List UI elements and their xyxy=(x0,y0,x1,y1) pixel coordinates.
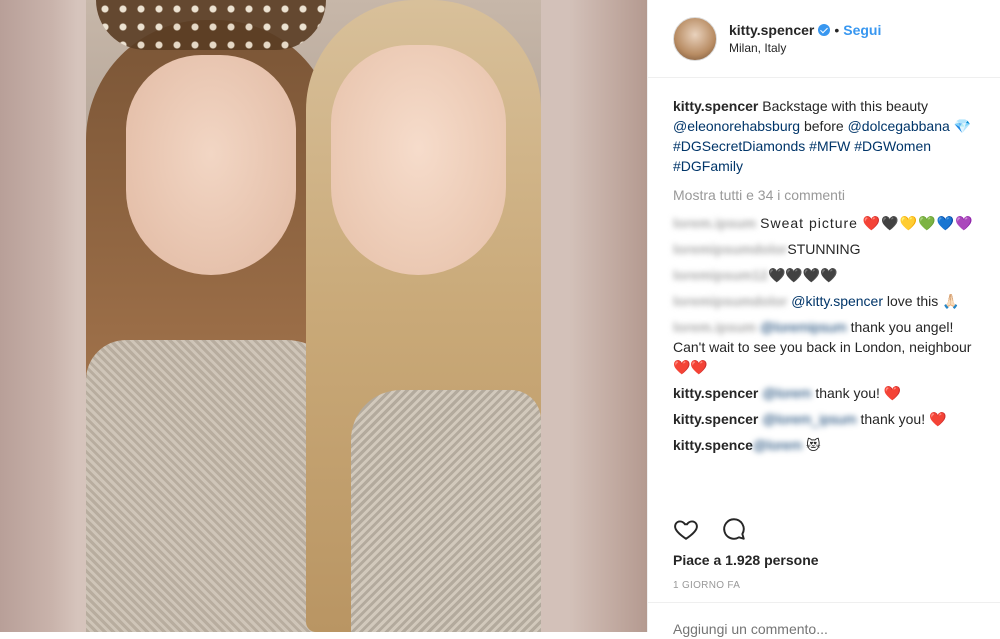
header-text: kitty.spencer • Segui Milan, Italy xyxy=(729,22,881,55)
comment-text: love this xyxy=(886,293,939,309)
caption-text-2: before xyxy=(803,118,844,134)
comment-text: STUNNING xyxy=(787,241,861,257)
comment-item: loremipsum12🖤🖤🖤🖤 xyxy=(673,265,978,285)
verified-badge-icon xyxy=(818,24,831,36)
header-dot: • xyxy=(834,22,840,38)
comment-item: kitty.spence@lorem 😻 xyxy=(673,435,978,455)
comment-username[interactable]: lorem.ipsum xyxy=(673,319,756,335)
caption: kitty.spencer Backstage with this beauty… xyxy=(673,96,978,176)
comment-mention[interactable]: @lorem xyxy=(762,385,811,401)
comment-username[interactable]: kitty.spence xyxy=(673,437,753,453)
comment-username[interactable]: loremipsumdolor xyxy=(673,293,787,309)
photo-crown xyxy=(96,0,326,50)
caption-emoji: 💎 xyxy=(953,118,972,134)
comment-username[interactable]: kitty.spencer xyxy=(673,411,758,427)
header-username[interactable]: kitty.spencer xyxy=(729,22,814,38)
comment-text: Sweat picture ❤️🖤💛💚💙💜 xyxy=(760,215,974,231)
comment-icon[interactable] xyxy=(721,516,747,542)
comment-item: lorem.ipsum @loremipsum thank you angel!… xyxy=(673,317,978,377)
post-timestamp[interactable]: 1 GIORNO FA xyxy=(673,580,740,591)
caption-hashtag-1[interactable]: #DGSecretDiamonds xyxy=(673,138,805,154)
comment-text: thank you! ❤️ xyxy=(860,411,947,427)
comment-item: loremipsumdolor @kitty.spencer love this… xyxy=(673,291,978,311)
photo-face-left xyxy=(126,55,296,275)
post-media xyxy=(0,0,647,632)
heart-icon[interactable] xyxy=(673,516,699,542)
action-bar xyxy=(673,516,747,542)
caption-username[interactable]: kitty.spencer xyxy=(673,98,758,114)
comment-item: kitty.spencer @lorem_ipsum thank you! ❤️ xyxy=(673,409,978,429)
likes-count[interactable]: Piace a 1.928 persone xyxy=(673,552,819,568)
caption-mention-2[interactable]: @dolcegabbana xyxy=(848,118,950,134)
comment-mention[interactable]: @loremipsum xyxy=(760,319,847,335)
follow-button[interactable]: Segui xyxy=(843,22,881,38)
comment-item: lorem.ipsum Sweat picture ❤️🖤💛💚💙💜 xyxy=(673,213,978,233)
comment-emoji: 🙏🏻 xyxy=(942,293,960,309)
comment-mention[interactable]: @lorem_ipsum xyxy=(762,411,856,427)
comment-text: thank you! ❤️ xyxy=(815,385,902,401)
photo-face-right xyxy=(331,45,506,275)
comment-item: loremipsumdolorSTUNNING xyxy=(673,239,978,259)
photo-dress-right xyxy=(351,390,541,632)
comments-section: kitty.spencer Backstage with this beauty… xyxy=(648,78,1000,492)
comment-mention[interactable]: @kitty.spencer xyxy=(791,293,883,309)
comment-text: 🖤🖤🖤🖤 xyxy=(767,267,838,283)
caption-mention-1[interactable]: @eleonorehabsburg xyxy=(673,118,800,134)
location-link[interactable]: Milan, Italy xyxy=(729,41,881,55)
avatar[interactable] xyxy=(673,16,717,61)
comment-text: 😻 xyxy=(806,437,821,453)
post-photo[interactable] xyxy=(86,0,541,632)
post-sidebar: kitty.spencer • Segui Milan, Italy kitty… xyxy=(647,0,1000,637)
caption-text-1: Backstage with this beauty xyxy=(762,98,928,114)
post-header: kitty.spencer • Segui Milan, Italy xyxy=(648,0,1000,78)
add-comment-area xyxy=(648,602,1000,637)
comment-mention[interactable]: @lorem xyxy=(753,437,802,453)
instagram-post: kitty.spencer • Segui Milan, Italy kitty… xyxy=(0,0,1000,637)
comment-username[interactable]: loremipsum12 xyxy=(673,267,768,283)
comment-username[interactable]: kitty.spencer xyxy=(673,385,758,401)
view-all-comments-link[interactable]: Mostra tutti e 34 i commenti xyxy=(673,185,978,205)
comment-username[interactable]: loremipsumdolor xyxy=(673,241,787,257)
header-row: kitty.spencer • Segui xyxy=(729,22,881,38)
comment-username[interactable]: lorem.ipsum xyxy=(673,215,756,231)
comment-item: kitty.spencer @lorem thank you! ❤️ xyxy=(673,383,978,403)
